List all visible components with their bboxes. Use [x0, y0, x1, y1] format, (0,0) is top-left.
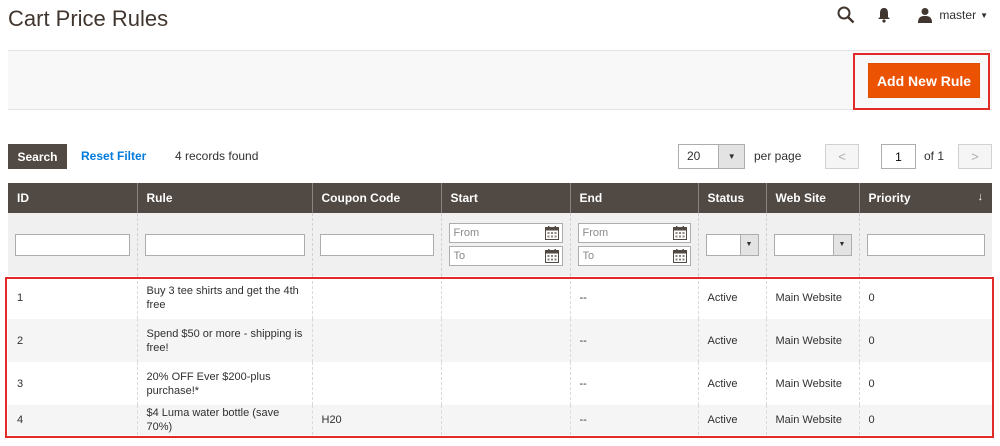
page-total: of 1 — [924, 149, 945, 163]
column-header-web-site[interactable]: Web Site — [766, 183, 860, 213]
filter-priority-input[interactable] — [866, 233, 985, 256]
header-actions: master ▼ — [837, 6, 988, 24]
chevron-down-icon[interactable]: ▼ — [718, 145, 744, 168]
filter-start-to[interactable] — [448, 246, 563, 266]
column-header-end[interactable]: End — [570, 183, 699, 213]
table-row[interactable]: 1 Buy 3 tee shirts and get the 4th free … — [8, 276, 992, 319]
table-row[interactable]: 2 Spend $50 or more - shipping is free! … — [8, 319, 992, 362]
filter-rule-input[interactable] — [144, 233, 305, 256]
user-menu[interactable]: master ▼ — [917, 7, 988, 23]
next-page-button[interactable]: > — [958, 144, 992, 169]
cell-id: 3 — [8, 362, 138, 405]
cell-id: 4 — [8, 405, 138, 435]
filter-end-to-input[interactable] — [578, 247, 670, 265]
sort-arrow-icon: ↓ — [977, 191, 984, 203]
per-page-label: per page — [754, 149, 802, 163]
search-button[interactable]: Search — [8, 144, 67, 169]
chevron-left-icon: < — [838, 149, 846, 164]
cell-start — [441, 319, 571, 362]
reset-filter-link[interactable]: Reset Filter — [81, 149, 146, 163]
cell-website: Main Website — [766, 276, 860, 319]
filter-end-from-input[interactable] — [578, 224, 670, 242]
user-icon — [917, 7, 933, 23]
filter-end-to[interactable] — [577, 246, 691, 266]
column-header-id[interactable]: ID — [8, 183, 138, 213]
filter-status-select[interactable]: ▼ — [705, 233, 759, 256]
cell-coupon-code: H20 — [312, 405, 442, 435]
cell-coupon-code — [312, 276, 442, 319]
filter-start-to-input[interactable] — [449, 247, 542, 265]
table-row[interactable]: 4 $4 Luma water bottle (save 70%) H20 --… — [8, 405, 992, 435]
filter-start-from[interactable] — [448, 223, 563, 243]
user-name: master — [939, 8, 977, 22]
previous-page-button[interactable]: < — [825, 144, 859, 169]
cell-rule: 20% OFF Ever $200-plus purchase!* — [137, 362, 313, 405]
cell-website: Main Website — [766, 319, 860, 362]
cell-priority: 0 — [859, 319, 992, 362]
cell-website: Main Website — [766, 405, 860, 435]
cell-status: Active — [698, 319, 767, 362]
cell-id: 1 — [8, 276, 138, 319]
cell-coupon-code — [312, 362, 442, 405]
records-count: 4 records found — [175, 149, 259, 163]
cell-end: -- — [570, 362, 699, 405]
cell-coupon-code — [312, 319, 442, 362]
cell-status: Active — [698, 362, 767, 405]
cell-status: Active — [698, 276, 767, 319]
cart-price-rules-grid: ID Rule Coupon Code Start End Status Web… — [8, 183, 992, 435]
cell-rule: Buy 3 tee shirts and get the 4th free — [137, 276, 313, 319]
cell-end: -- — [570, 276, 699, 319]
cell-priority: 0 — [859, 362, 992, 405]
search-icon[interactable] — [837, 6, 855, 24]
column-header-priority-label: Priority — [868, 191, 911, 205]
column-header-coupon-code[interactable]: Coupon Code — [312, 183, 442, 213]
page-actions-bar — [8, 50, 992, 110]
filter-website-select[interactable]: ▼ — [773, 233, 852, 256]
cell-start — [441, 276, 571, 319]
cell-rule: Spend $50 or more - shipping is free! — [137, 319, 313, 362]
highlight-box-add-button — [853, 53, 990, 110]
calendar-icon[interactable] — [542, 247, 562, 265]
cell-end: -- — [570, 319, 699, 362]
chevron-right-icon: > — [971, 149, 979, 164]
cell-rule: $4 Luma water bottle (save 70%) — [137, 405, 313, 435]
column-header-rule[interactable]: Rule — [137, 183, 313, 213]
filter-row: ▼ ▼ — [8, 213, 992, 276]
cell-start — [441, 405, 571, 435]
cell-status: Active — [698, 405, 767, 435]
cell-website: Main Website — [766, 362, 860, 405]
calendar-icon[interactable] — [670, 224, 690, 242]
column-header-priority[interactable]: Priority ↓ — [859, 183, 992, 213]
per-page-value: 20 — [687, 149, 701, 163]
filter-id-input[interactable] — [15, 233, 130, 256]
chevron-down-icon: ▼ — [980, 10, 988, 20]
cell-end: -- — [570, 405, 699, 435]
column-header-status[interactable]: Status — [698, 183, 767, 213]
page-number-input[interactable] — [881, 144, 916, 169]
filter-start-from-input[interactable] — [449, 224, 542, 242]
cell-start — [441, 362, 571, 405]
chevron-down-icon: ▼ — [832, 234, 851, 255]
cell-priority: 0 — [859, 405, 992, 435]
filter-coupon-code-input[interactable] — [319, 233, 434, 256]
chevron-down-icon: ▼ — [739, 234, 758, 255]
per-page-select[interactable]: 20 ▼ — [678, 144, 745, 169]
calendar-icon[interactable] — [670, 247, 690, 265]
filter-end-from[interactable] — [577, 223, 691, 243]
column-header-start[interactable]: Start — [441, 183, 571, 213]
page-title: Cart Price Rules — [8, 6, 169, 31]
calendar-icon[interactable] — [542, 224, 562, 242]
cell-id: 2 — [8, 319, 138, 362]
table-row[interactable]: 3 20% OFF Ever $200-plus purchase!* -- A… — [8, 362, 992, 405]
bell-icon[interactable] — [877, 7, 891, 23]
cell-priority: 0 — [859, 276, 992, 319]
